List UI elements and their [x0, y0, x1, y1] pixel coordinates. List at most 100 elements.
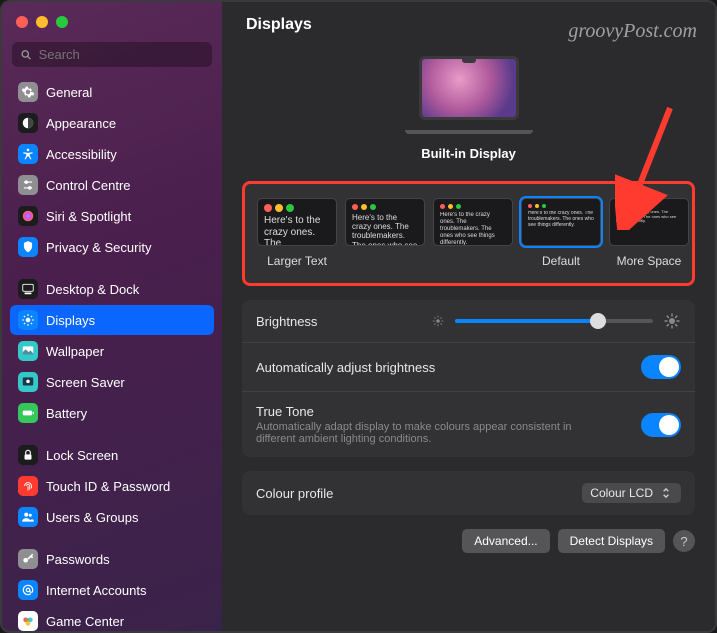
settings-panel: Brightness Automatically adjust brightne…	[242, 300, 695, 457]
sidebar-item-label: Screen Saver	[46, 375, 125, 390]
sidebar-item-accessibility[interactable]: Accessibility	[10, 139, 214, 169]
siri-icon	[18, 206, 38, 226]
sidebar-item-game-center[interactable]: Game Center	[10, 606, 214, 631]
search-icon	[20, 48, 33, 62]
auto-brightness-toggle[interactable]	[641, 355, 681, 379]
sidebar-item-privacy-security[interactable]: Privacy & Security	[10, 232, 214, 262]
gear-icon	[18, 82, 38, 102]
battery-icon	[18, 403, 38, 423]
sidebar-item-label: Appearance	[46, 116, 116, 131]
resolution-option-3[interactable]: Here's to the crazy ones. The troublemak…	[521, 198, 601, 269]
auto-brightness-label: Automatically adjust brightness	[256, 360, 435, 375]
displays-icon	[18, 310, 38, 330]
main-header: Displays	[222, 2, 715, 38]
screensaver-icon	[18, 372, 38, 392]
colour-profile-label: Colour profile	[256, 486, 333, 501]
at-icon	[18, 580, 38, 600]
resolution-option-4[interactable]: Here's to the crazy ones. The troublemak…	[609, 198, 689, 269]
brightness-control	[431, 312, 681, 330]
brightness-row: Brightness	[242, 300, 695, 343]
sun-large-icon	[663, 312, 681, 330]
privacy-icon	[18, 237, 38, 257]
detect-displays-button[interactable]: Detect Displays	[558, 529, 665, 553]
appearance-icon	[18, 113, 38, 133]
sidebar-item-label: Control Centre	[46, 178, 131, 193]
close-window-button[interactable]	[16, 16, 28, 28]
help-button[interactable]: ?	[673, 530, 695, 552]
sidebar-item-wallpaper[interactable]: Wallpaper	[10, 336, 214, 366]
display-hero: Built-in Display	[242, 46, 695, 167]
users-icon	[18, 507, 38, 527]
accessibility-icon	[18, 144, 38, 164]
resolution-panel: Here's to the crazy ones. The troublemak…	[242, 181, 695, 286]
lock-icon	[18, 445, 38, 465]
truetone-row: True Tone Automatically adapt display to…	[242, 392, 695, 457]
auto-brightness-row: Automatically adjust brightness	[242, 343, 695, 392]
sun-small-icon	[431, 314, 445, 328]
colour-profile-panel: Colour profile Colour LCD	[242, 471, 695, 515]
zoom-window-button[interactable]	[56, 16, 68, 28]
dock-icon	[18, 279, 38, 299]
settings-window: General Appearance Accessibility Control Ce…	[0, 0, 717, 633]
window-controls	[2, 10, 222, 38]
sidebar-item-label: Privacy & Security	[46, 240, 151, 255]
sidebar-item-users-groups[interactable]: Users & Groups	[10, 502, 214, 532]
sidebar-item-control-centre[interactable]: Control Centre	[10, 170, 214, 200]
resolution-option-2[interactable]: Here's to the crazy ones. The troublemak…	[433, 198, 513, 269]
resolution-label: Default	[542, 254, 580, 269]
sidebar-item-touch-id-password[interactable]: Touch ID & Password	[10, 471, 214, 501]
advanced-button[interactable]: Advanced...	[462, 529, 549, 553]
brightness-label: Brightness	[256, 314, 317, 329]
chevron-updown-icon	[659, 486, 673, 500]
truetone-label: True Tone	[256, 404, 596, 419]
sidebar-item-desktop-dock[interactable]: Desktop & Dock	[10, 274, 214, 304]
main-content: Displays Built-in Display Here's to the …	[222, 2, 715, 631]
resolution-thumb: Here's to the crazy ones. The troublemak…	[521, 198, 601, 246]
search-box[interactable]	[12, 42, 212, 67]
sidebar-item-label: Accessibility	[46, 147, 117, 162]
sidebar-item-lock-screen[interactable]: Lock Screen	[10, 440, 214, 470]
sidebar-item-label: Desktop & Dock	[46, 282, 139, 297]
resolution-option-0[interactable]: Here's to the crazy ones. The troublemak…	[257, 198, 337, 269]
sidebar-item-label: Internet Accounts	[46, 583, 146, 598]
footer-buttons: Advanced... Detect Displays ?	[242, 529, 695, 553]
sidebar-item-displays[interactable]: Displays	[10, 305, 214, 335]
sidebar-item-label: Passwords	[46, 552, 110, 567]
colour-profile-value: Colour LCD	[590, 486, 653, 500]
sidebar-item-general[interactable]: General	[10, 77, 214, 107]
brightness-slider[interactable]	[455, 319, 653, 323]
resolution-thumb: Here's to the crazy ones. The troublemak…	[345, 198, 425, 246]
sidebar-item-label: Touch ID & Password	[46, 479, 170, 494]
colour-profile-row: Colour profile Colour LCD	[242, 471, 695, 515]
colour-profile-select[interactable]: Colour LCD	[582, 483, 681, 503]
minimize-window-button[interactable]	[36, 16, 48, 28]
key-icon	[18, 549, 38, 569]
truetone-toggle[interactable]	[641, 413, 681, 437]
sidebar: General Appearance Accessibility Control Ce…	[2, 2, 222, 631]
sidebar-item-label: Siri & Spotlight	[46, 209, 131, 224]
sidebar-item-siri-spotlight[interactable]: Siri & Spotlight	[10, 201, 214, 231]
truetone-description: Automatically adapt display to make colo…	[256, 421, 596, 445]
sidebar-item-internet-accounts[interactable]: Internet Accounts	[10, 575, 214, 605]
gamecenter-icon	[18, 611, 38, 631]
sidebar-item-battery[interactable]: Battery	[10, 398, 214, 428]
resolution-option-1[interactable]: Here's to the crazy ones. The troublemak…	[345, 198, 425, 269]
resolution-label: Larger Text	[267, 254, 327, 269]
touchid-icon	[18, 476, 38, 496]
sidebar-item-label: General	[46, 85, 92, 100]
sidebar-item-screen-saver[interactable]: Screen Saver	[10, 367, 214, 397]
page-title: Displays	[246, 16, 691, 34]
resolution-thumb: Here's to the crazy ones. The troublemak…	[433, 198, 513, 246]
sidebar-nav: General Appearance Accessibility Control Ce…	[2, 77, 222, 631]
search-container	[2, 38, 222, 77]
sidebar-item-label: Game Center	[46, 614, 124, 629]
sidebar-item-label: Wallpaper	[46, 344, 104, 359]
sidebar-item-appearance[interactable]: Appearance	[10, 108, 214, 138]
sidebar-item-label: Battery	[46, 406, 87, 421]
search-input[interactable]	[39, 47, 204, 62]
wallpaper-icon	[18, 341, 38, 361]
display-name: Built-in Display	[421, 146, 516, 161]
sidebar-item-passwords[interactable]: Passwords	[10, 544, 214, 574]
resolution-thumb: Here's to the crazy ones. The troublemak…	[609, 198, 689, 246]
laptop-illustration	[405, 56, 533, 134]
